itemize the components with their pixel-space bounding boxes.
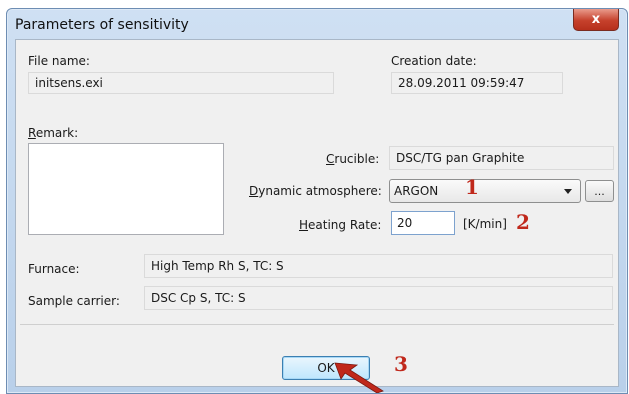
file-name-label: File name: [28, 54, 90, 68]
annotation-2: 2 [516, 210, 530, 234]
chevron-down-icon [564, 189, 572, 194]
close-icon: x [591, 12, 601, 27]
dialog-body: File name: initsens.exi Creation date: 2… [15, 39, 619, 387]
furnace-label: Furnace: [28, 262, 80, 276]
atmosphere-value: ARGON [394, 184, 439, 198]
remark-label: Remark: [28, 126, 78, 140]
divider [20, 324, 614, 325]
remark-accel: R [28, 126, 36, 140]
annotation-3: 3 [394, 352, 408, 376]
remark-label-rest: emark: [35, 126, 79, 140]
close-button[interactable]: x [573, 9, 619, 31]
remark-textarea[interactable] [28, 143, 224, 235]
dynamic-atmosphere-label: Dynamic atmosphere: [249, 184, 382, 198]
heating-rate-label: Heating Rate: [299, 218, 381, 232]
heating-rate-value: 20 [397, 216, 413, 230]
furnace-field: High Temp Rh S, TC: S [144, 254, 613, 278]
pointer-arrow-icon [334, 362, 384, 393]
furnace-value: High Temp Rh S, TC: S [151, 259, 284, 273]
crucible-value: DSC/TG pan Graphite [396, 151, 525, 165]
atmosphere-browse-button[interactable]: ... [585, 180, 614, 202]
file-name-field: initsens.exi [28, 72, 334, 94]
browse-label: ... [594, 184, 605, 198]
sample-carrier-label: Sample carrier: [28, 294, 120, 308]
sample-carrier-field: DSC Cp S, TC: S [144, 286, 613, 310]
heating-rate-unit: [K/min] [463, 217, 507, 231]
atmosphere-accel: D [249, 184, 259, 198]
file-name-value: initsens.exi [35, 76, 103, 90]
dialog-window: Parameters of sensitivity x File name: i… [6, 8, 628, 394]
sample-carrier-value: DSC Cp S, TC: S [151, 291, 246, 305]
annotation-1: 1 [465, 175, 479, 199]
atmosphere-select[interactable]: ARGON [389, 179, 581, 203]
atmosphere-label-rest: ynamic atmosphere: [258, 184, 382, 198]
creation-date-label: Creation date: [391, 54, 477, 68]
crucible-label: Crucible: [326, 152, 379, 166]
crucible-field: DSC/TG pan Graphite [389, 146, 614, 170]
heating-accel: H [299, 218, 309, 232]
crucible-label-rest: rucible: [334, 152, 380, 166]
window-title: Parameters of sensitivity [15, 17, 189, 33]
heating-label-rest: eating Rate: [308, 218, 382, 232]
creation-date-field: 28.09.2011 09:59:47 [391, 72, 563, 94]
creation-date-value: 28.09.2011 09:59:47 [398, 76, 525, 90]
heating-rate-input[interactable]: 20 [391, 211, 455, 235]
